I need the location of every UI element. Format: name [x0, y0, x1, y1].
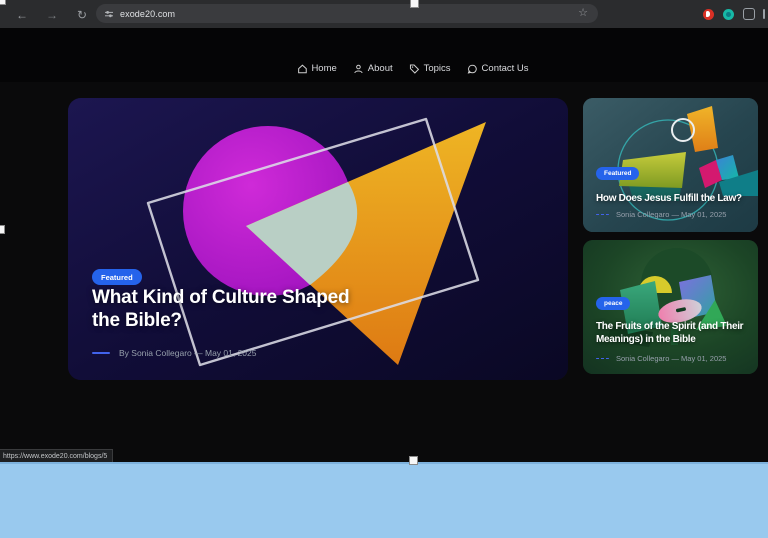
- hero-article-card[interactable]: Featured What Kind of Culture Shaped the…: [68, 98, 568, 380]
- sidebar-article-card[interactable]: peace The Fruits of the Spirit (and Thei…: [583, 240, 758, 374]
- card-byline: Sonia Collegaro — May 01, 2025: [596, 354, 726, 363]
- nav-label: Home: [311, 63, 336, 74]
- nav-item-topics[interactable]: Topics: [410, 63, 451, 74]
- card-badge: peace: [596, 297, 630, 310]
- browser-toolbar: ← → ↻ exode20.com ☆: [0, 0, 768, 28]
- byline-text: By Sonia Collegaro — May 01, 2025: [119, 348, 257, 358]
- byline-text: Sonia Collegaro — May 01, 2025: [616, 354, 726, 363]
- card-title[interactable]: How Does Jesus Fulfill the Law?: [596, 192, 748, 205]
- address-bar[interactable]: exode20.com ☆: [96, 4, 598, 23]
- extension-icon-red[interactable]: [703, 9, 714, 20]
- screenshot-stage: ← → ↻ exode20.com ☆ f ♪: [0, 0, 768, 538]
- chat-bubble-icon: [468, 64, 478, 74]
- status-url-text: https://www.exode20.com/blogs/5: [3, 453, 107, 460]
- card-badge: Featured: [596, 167, 639, 180]
- hero-byline: By Sonia Collegaro — May 01, 2025: [92, 348, 257, 358]
- site-nav: Home About Topics Contact: [0, 54, 768, 82]
- back-icon[interactable]: ←: [14, 7, 30, 23]
- nav-item-home[interactable]: Home: [297, 63, 336, 74]
- nav-item-about[interactable]: About: [354, 63, 393, 74]
- hero-title[interactable]: What Kind of Culture Shaped the Bible?: [92, 286, 382, 332]
- url-text: exode20.com: [120, 9, 175, 19]
- hero-abstract-art: [68, 98, 568, 380]
- nav-label: About: [368, 63, 393, 74]
- nav-label: Contact Us: [482, 63, 529, 74]
- byline-dash: [596, 358, 609, 360]
- byline-text: Sonia Collegaro — May 01, 2025: [616, 210, 726, 219]
- reload-icon[interactable]: ↻: [74, 7, 90, 23]
- selection-handle-top-center[interactable]: [410, 0, 419, 8]
- byline-dash: [92, 352, 110, 354]
- selection-handle-left-middle[interactable]: [0, 225, 5, 234]
- person-icon: [354, 64, 364, 74]
- home-icon: [297, 64, 307, 74]
- tag-icon: [410, 64, 420, 74]
- hero-badge: Featured: [92, 269, 142, 285]
- card-byline: Sonia Collegaro — May 01, 2025: [596, 210, 726, 219]
- nav-label: Topics: [424, 63, 451, 74]
- card-title[interactable]: The Fruits of the Spirit (and Their Mean…: [596, 320, 748, 346]
- extension-icon-teal[interactable]: [723, 9, 734, 20]
- page-content: Featured What Kind of Culture Shaped the…: [0, 82, 768, 462]
- profile-icon-partial: [763, 9, 765, 19]
- byline-dash: [596, 214, 609, 216]
- site-header: f ♪ Exode20: [0, 28, 768, 54]
- selection-handle-bottom-center[interactable]: [409, 456, 418, 465]
- selection-handle-top-left[interactable]: [0, 0, 6, 5]
- bookmark-star-icon[interactable]: ☆: [578, 6, 588, 19]
- desktop-background-strip: [0, 462, 768, 538]
- nav-item-contact[interactable]: Contact Us: [468, 63, 529, 74]
- sidebar-article-card[interactable]: Featured How Does Jesus Fulfill the Law?…: [583, 98, 758, 232]
- site-settings-icon: [104, 9, 114, 19]
- extensions-puzzle-icon[interactable]: [743, 8, 755, 20]
- forward-icon[interactable]: →: [44, 7, 60, 23]
- status-bar-url: https://www.exode20.com/blogs/5: [0, 449, 113, 463]
